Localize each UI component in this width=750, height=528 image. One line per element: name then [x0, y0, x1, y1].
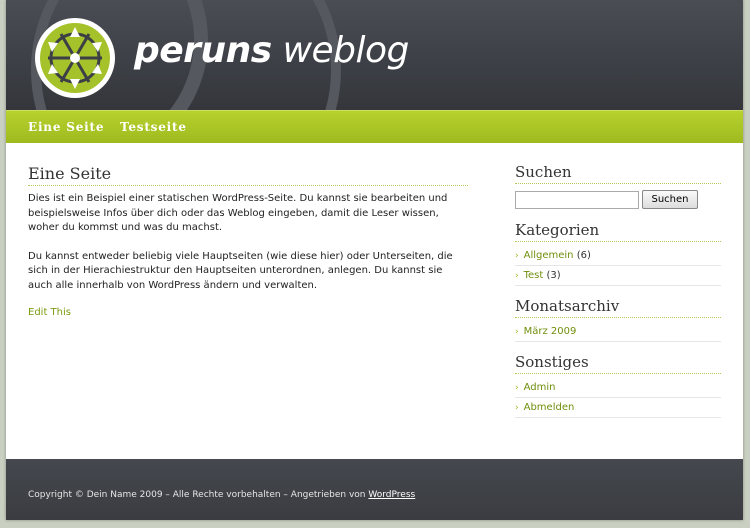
search-form: Suchen — [515, 190, 721, 210]
site-title[interactable]: peruns weblog — [134, 30, 409, 71]
archive-list: › März 2009 — [515, 322, 721, 342]
site-header: peruns weblog — [6, 0, 743, 110]
edit-this-link[interactable]: Edit This — [28, 307, 468, 318]
list-item: › Test (3) — [515, 266, 721, 286]
list-item: › März 2009 — [515, 322, 721, 342]
list-item: › Abmelden — [515, 398, 721, 418]
list-item: › Allgemein (6) — [515, 246, 721, 266]
copyright-text: Copyright © Dein Name 2009 – Alle Rechte… — [28, 490, 366, 500]
main-nav: Eine Seite Testseite — [6, 110, 743, 143]
chevron-right-icon: › — [515, 251, 519, 261]
misc-heading: Sonstiges — [515, 353, 721, 374]
nav-item-eine-seite[interactable]: Eine Seite — [28, 120, 104, 134]
search-input[interactable] — [515, 191, 639, 209]
site-title-bold: peruns — [134, 30, 272, 71]
category-link-test[interactable]: Test — [524, 270, 544, 281]
search-button[interactable]: Suchen — [642, 190, 698, 209]
chevron-right-icon: › — [515, 271, 519, 281]
category-count: (6) — [576, 250, 591, 261]
wordpress-link[interactable]: WordPress — [368, 490, 415, 500]
list-item: › Admin — [515, 378, 721, 398]
site-footer: Copyright © Dein Name 2009 – Alle Rechte… — [6, 459, 743, 520]
site-title-light: weblog — [282, 30, 410, 71]
archive-link-maerz-2009[interactable]: März 2009 — [524, 326, 577, 337]
chevron-right-icon: › — [515, 403, 519, 413]
post-paragraph: Dies ist ein Beispiel einer statischen W… — [28, 193, 448, 233]
archive-heading: Monatsarchiv — [515, 297, 721, 318]
page-title: Eine Seite — [28, 164, 468, 186]
sidebar: Suchen Suchen Kategorien › Allgemein (6) … — [515, 163, 721, 418]
site-logo-icon[interactable] — [34, 17, 116, 99]
logout-link[interactable]: Abmelden — [524, 402, 575, 413]
page: peruns weblog Eine Seite Testseite Eine … — [6, 0, 743, 520]
chevron-right-icon: › — [515, 383, 519, 393]
category-link-allgemein[interactable]: Allgemein — [524, 250, 574, 261]
search-heading: Suchen — [515, 163, 721, 184]
categories-heading: Kategorien — [515, 221, 721, 242]
misc-list: › Admin › Abmelden — [515, 378, 721, 418]
footer-copyright: Copyright © Dein Name 2009 – Alle Rechte… — [28, 490, 415, 500]
category-count: (3) — [546, 270, 561, 281]
nav-item-testseite[interactable]: Testseite — [120, 120, 187, 134]
categories-list: › Allgemein (6) › Test (3) — [515, 246, 721, 286]
admin-link[interactable]: Admin — [524, 382, 556, 393]
main-content: Eine Seite Dies ist ein Beispiel einer s… — [28, 164, 468, 318]
chevron-right-icon: › — [515, 327, 519, 337]
post-paragraph: Du kannst entweder beliebig viele Haupts… — [28, 250, 453, 291]
